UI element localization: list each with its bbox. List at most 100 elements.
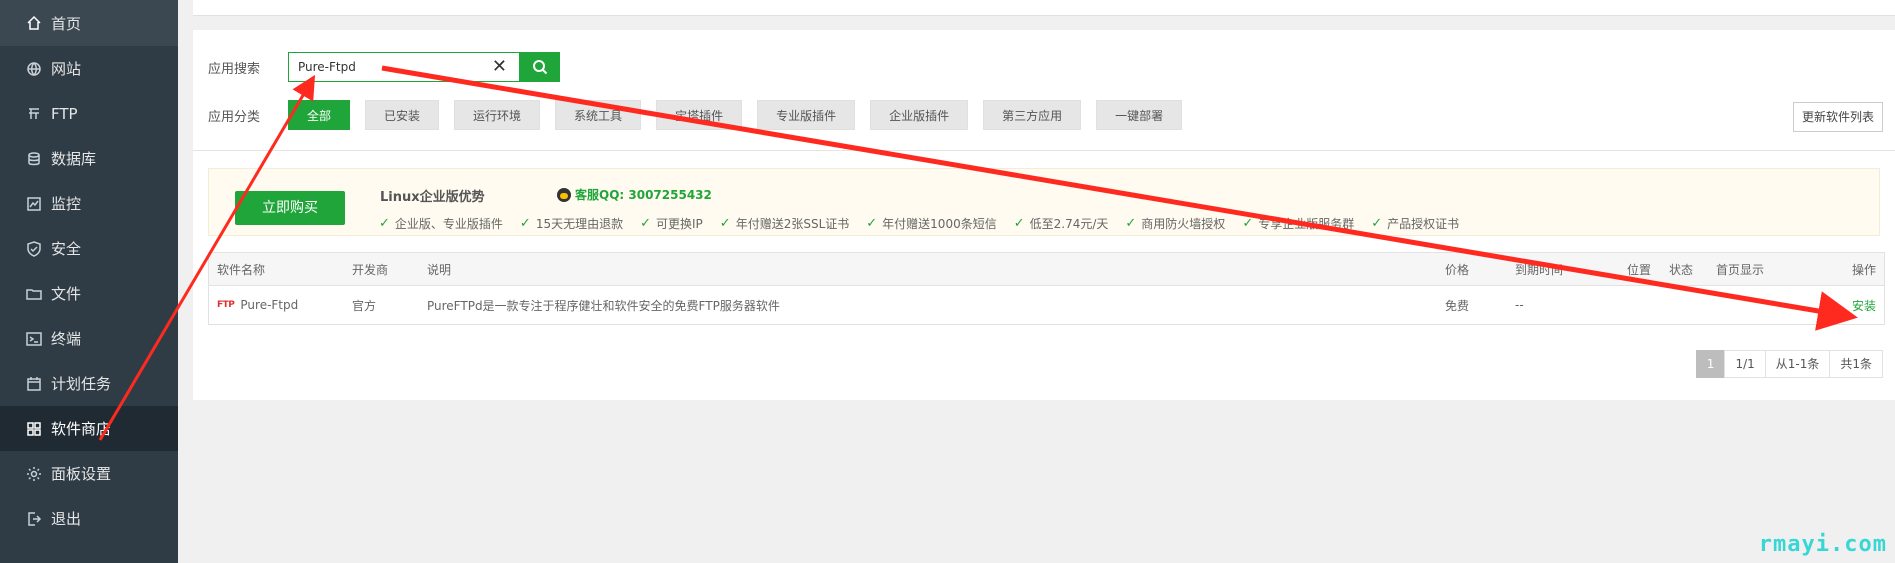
tab-pro-plugins[interactable]: 专业版插件 — [757, 100, 856, 130]
pagination: 1 1/1 从1-1条 共1条 — [1695, 350, 1883, 378]
apps-grid-icon — [25, 420, 43, 438]
col-header-homepage: 首页显示 — [1716, 262, 1765, 277]
monitor-icon — [25, 195, 43, 213]
refresh-software-list-button[interactable]: 更新软件列表 — [1792, 102, 1883, 132]
search-row: 应用搜索 Pure-Ftpd ✕ — [208, 52, 560, 82]
ftp-logo-icon: FTP — [217, 300, 235, 310]
tab-system-tools[interactable]: 系统工具 — [555, 100, 642, 130]
install-button[interactable]: 安装 — [1852, 286, 1876, 324]
sidebar-item-label: 退出 — [51, 510, 82, 528]
promo-feature-text: 年付赠送1000条短信 — [882, 217, 997, 231]
promo-feature-text: 产品授权证书 — [1387, 217, 1460, 231]
tab-installed[interactable]: 已安装 — [365, 100, 440, 130]
enterprise-promo-banner: 立即购买 Linux企业版优势 客服QQ: 3007255432 ✓ 企业版、专业… — [208, 168, 1880, 236]
qq-icon — [557, 187, 571, 202]
check-icon: ✓ — [1371, 216, 1383, 231]
promo-feature: ✓ 年付赠送2张SSL证书 — [720, 215, 849, 232]
promo-feature: ✓ 企业版、专业版插件 — [379, 215, 503, 232]
promo-feature-text: 企业版、专业版插件 — [394, 217, 503, 231]
promo-feature: ✓ 可更换IP — [640, 215, 703, 232]
page-current[interactable]: 1 — [1695, 350, 1726, 378]
promo-feature: ✓ 产品授权证书 — [1371, 215, 1459, 232]
gear-icon — [25, 465, 43, 483]
watermark: rmayi.com — [1758, 532, 1887, 557]
sidebar-item-app-store[interactable]: 软件商店 — [0, 406, 178, 451]
sidebar-item-label: 软件商店 — [51, 420, 112, 438]
check-icon: ✓ — [1242, 216, 1254, 231]
tab-one-click-deploy[interactable]: 一键部署 — [1096, 100, 1183, 130]
tab-runtime[interactable]: 运行环境 — [454, 100, 541, 130]
col-header-price: 价格 — [1445, 262, 1470, 277]
table-header: 软件名称 开发商 说明 价格 到期时间 位置 状态 首页显示 操作 — [209, 253, 1884, 286]
tab-third-party[interactable]: 第三方应用 — [983, 100, 1082, 130]
promo-title: Linux企业版优势 — [380, 190, 485, 205]
sidebar: 首页 网站 FTP 数据库 监控 安全 文件 终端 计划任务 软件商店 面板设置 — [0, 0, 178, 563]
ftp-icon — [25, 105, 43, 123]
check-icon: ✓ — [719, 216, 731, 231]
check-icon: ✓ — [1125, 216, 1137, 231]
col-header-expire: 到期时间 — [1515, 262, 1564, 277]
database-icon — [25, 150, 43, 168]
home-icon — [25, 14, 43, 32]
promo-feature-text: 15天无理由退款 — [535, 217, 624, 231]
search-button[interactable] — [520, 52, 560, 82]
tab-enterprise-plugins[interactable]: 企业版插件 — [870, 100, 969, 130]
support-qq-text: 客服QQ: 3007255432 — [575, 188, 712, 202]
table-row: FTP Pure-Ftpd 官方 PureFTPd是一款专注于程序健壮和软件安全… — [209, 286, 1884, 324]
check-icon: ✓ — [379, 216, 390, 231]
promo-feature-text: 年付赠送2张SSL证书 — [735, 217, 850, 231]
clear-search-icon[interactable]: ✕ — [492, 58, 507, 76]
sidebar-item-label: 数据库 — [51, 150, 97, 168]
page-total: 共1条 — [1829, 350, 1883, 378]
page-range: 从1-1条 — [1764, 350, 1831, 378]
search-icon — [533, 60, 548, 75]
promo-feature-text: 专享企业版服务群 — [1258, 217, 1355, 231]
sidebar-item-label: 文件 — [51, 285, 82, 303]
promo-feature: ✓ 15天无理由退款 — [520, 215, 623, 232]
expire-cell: -- — [1515, 298, 1524, 312]
sidebar-item-monitor[interactable]: 监控 — [0, 181, 178, 226]
sidebar-item-label: 安全 — [51, 240, 82, 258]
col-header-desc: 说明 — [427, 262, 452, 277]
sidebar-item-label: FTP — [51, 104, 78, 123]
col-header-status: 状态 — [1669, 262, 1694, 277]
category-row: 应用分类 全部 已安装 运行环境 系统工具 宝塔插件 专业版插件 企业版插件 第… — [208, 100, 1197, 130]
check-icon: ✓ — [519, 216, 531, 231]
sidebar-item-ftp[interactable]: FTP — [0, 91, 178, 136]
tab-bt-plugins[interactable]: 宝塔插件 — [656, 100, 743, 130]
calendar-icon — [25, 375, 43, 393]
description-cell: PureFTPd是一款专注于程序健壮和软件安全的免费FTP服务器软件 — [427, 298, 780, 313]
logout-icon — [25, 510, 43, 528]
buy-now-button[interactable]: 立即购买 — [235, 191, 345, 225]
sidebar-item-label: 首页 — [51, 14, 82, 33]
support-qq[interactable]: 客服QQ: 3007255432 — [557, 186, 712, 203]
search-input-value: Pure-Ftpd — [298, 60, 356, 74]
search-input[interactable]: Pure-Ftpd ✕ — [288, 52, 520, 82]
sidebar-item-security[interactable]: 安全 — [0, 226, 178, 271]
software-table: 软件名称 开发商 说明 价格 到期时间 位置 状态 首页显示 操作 FTP Pu… — [208, 252, 1885, 325]
sidebar-item-files[interactable]: 文件 — [0, 271, 178, 316]
promo-feature: ✓ 低至2.74元/天 — [1014, 215, 1109, 232]
sidebar-item-label: 终端 — [51, 330, 82, 348]
tab-all[interactable]: 全部 — [288, 100, 351, 130]
col-header-name: 软件名称 — [217, 262, 266, 277]
check-icon: ✓ — [1013, 216, 1025, 231]
software-name: Pure-Ftpd — [240, 298, 299, 312]
sidebar-item-settings[interactable]: 面板设置 — [0, 451, 178, 496]
sidebar-item-cron[interactable]: 计划任务 — [0, 361, 178, 406]
promo-feature-text: 可更换IP — [656, 217, 703, 231]
sidebar-item-terminal[interactable]: 终端 — [0, 316, 178, 361]
promo-feature: ✓ 专享企业版服务群 — [1242, 215, 1354, 232]
sidebar-item-database[interactable]: 数据库 — [0, 136, 178, 181]
col-header-action: 操作 — [1851, 262, 1876, 277]
promo-feature-list: ✓ 企业版、专业版插件 ✓ 15天无理由退款 ✓ 可更换IP ✓ 年付赠送2张SSL证书… — [379, 215, 1476, 232]
sidebar-item-label: 监控 — [51, 195, 82, 213]
sidebar-item-label: 计划任务 — [51, 375, 112, 393]
sidebar-item-home[interactable]: 首页 — [0, 0, 178, 46]
ftp-logo-text: FTP — [217, 300, 235, 310]
sidebar-item-website[interactable]: 网站 — [0, 46, 178, 91]
shield-icon — [25, 240, 43, 258]
vendor-cell: 官方 — [352, 298, 377, 313]
sidebar-item-logout[interactable]: 退出 — [0, 496, 178, 541]
app-store-panel: 应用搜索 Pure-Ftpd ✕ 应用分类 全部 已安装 运行环境 系统工具 宝… — [193, 30, 1895, 400]
